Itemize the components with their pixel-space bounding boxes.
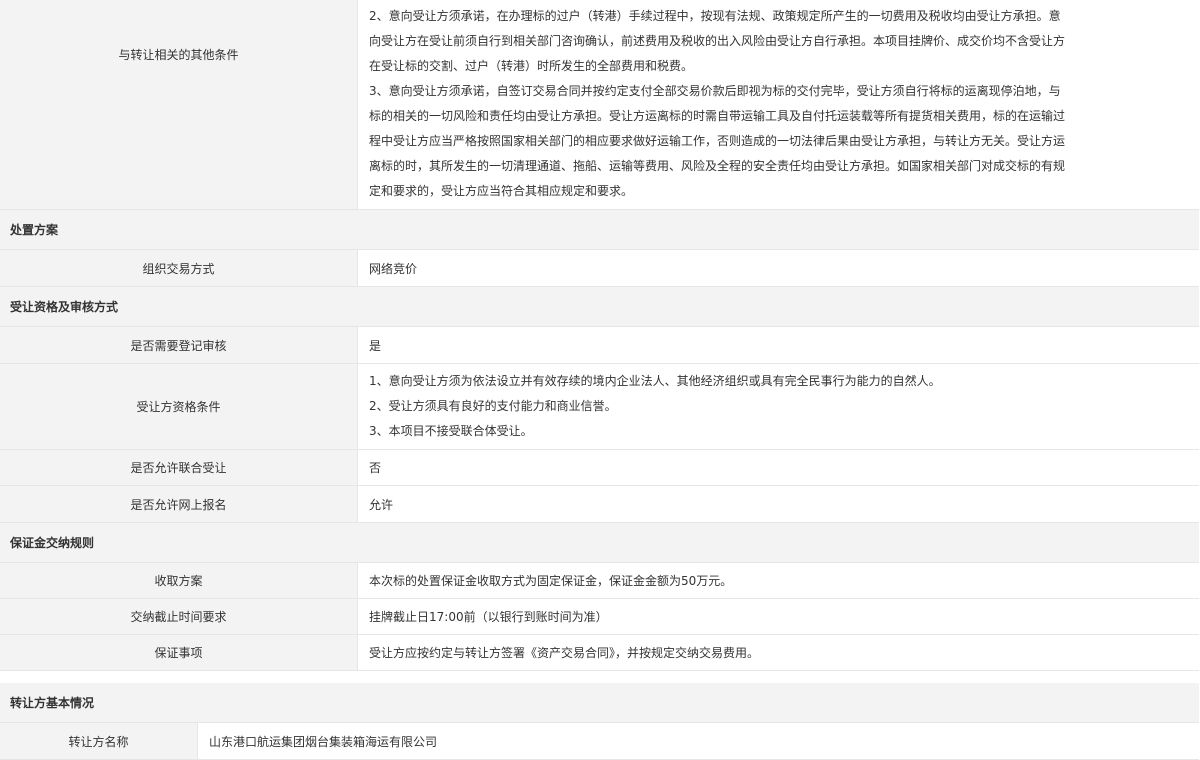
transferor-name-value: 山东港口航运集团烟台集装箱海运有限公司: [199, 723, 1199, 759]
other-conditions-value: 2、意向受让方须承诺，在办理标的过户（转港）手续过程中，按现有法规、政策规定所产…: [359, 0, 1199, 209]
disposal-method-row: 组织交易方式 网络竞价: [0, 250, 1199, 287]
section-disposal-title: 处置方案: [10, 223, 59, 237]
joint-transfer-value: 否: [359, 450, 1199, 485]
qualification-conditions-label-text: 受让方资格条件: [136, 400, 221, 414]
joint-transfer-label: 是否允许联合受让: [0, 450, 358, 485]
other-conditions-label: 与转让相关的其他条件: [0, 0, 358, 209]
deposit-matters-label-text: 保证事项: [154, 646, 203, 660]
deposit-deadline-value-text: 挂牌截止日17:00前（以银行到账时间为准）: [369, 610, 608, 624]
qualification-condition-line: 2、受让方须具有良好的支付能力和商业信誉。: [369, 399, 617, 413]
deposit-plan-label: 收取方案: [0, 563, 358, 598]
section-deposit-title: 保证金交纳规则: [10, 536, 95, 550]
other-conditions-line: 3、意向受让方须承诺，自签订交易合同并按约定支付全部交易价款后即视为标的交付完毕…: [369, 84, 1061, 98]
other-conditions-line: 向受让方在受让前须自行到相关部门咨询确认，前述费用及税收的出入风险由受让方自行承…: [369, 34, 1066, 48]
deposit-matters-row: 保证事项 受让方应按约定与转让方签署《资产交易合同》，并按规定交纳交易费用。: [0, 635, 1199, 671]
deposit-plan-label-text: 收取方案: [154, 574, 203, 588]
other-conditions-row: 与转让相关的其他条件 2、意向受让方须承诺，在办理标的过户（转港）手续过程中，按…: [0, 0, 1199, 210]
deposit-deadline-row: 交纳截止时间要求 挂牌截止日17:00前（以银行到账时间为准）: [0, 599, 1199, 635]
transferor-name-label-text: 转让方名称: [68, 734, 129, 749]
deposit-deadline-label-text: 交纳截止时间要求: [130, 610, 227, 624]
deposit-matters-value: 受让方应按约定与转让方签署《资产交易合同》，并按规定交纳交易费用。: [359, 635, 1199, 670]
online-signup-label: 是否允许网上报名: [0, 486, 358, 522]
deposit-plan-value-text: 本次标的处置保证金收取方式为固定保证金，保证金金额为50万元。: [369, 574, 733, 588]
register-review-label: 是否需要登记审核: [0, 327, 358, 363]
online-signup-value: 允许: [359, 486, 1199, 522]
deposit-deadline-value: 挂牌截止日17:00前（以银行到账时间为准）: [359, 599, 1199, 634]
deposit-matters-label: 保证事项: [0, 635, 358, 670]
section-qualification-title: 受让资格及审核方式: [10, 300, 119, 314]
section-deposit: 保证金交纳规则: [0, 523, 1199, 563]
joint-transfer-label-text: 是否允许联合受让: [130, 461, 227, 475]
other-conditions-line: 标的相关的一切风险和责任均由受让方承担。受让方运离标的时需自带运输工具及自付托运…: [369, 109, 1066, 123]
register-review-label-text: 是否需要登记审核: [130, 338, 227, 353]
other-conditions-line: 在受让标的交割、过户（转港）时所发生的全部费用和税费。: [369, 59, 694, 73]
online-signup-value-text: 允许: [369, 497, 394, 512]
disposal-method-label: 组织交易方式: [0, 250, 358, 286]
section-spacer: [0, 671, 1199, 683]
register-review-row: 是否需要登记审核 是: [0, 327, 1199, 364]
transferor-name-label: 转让方名称: [0, 723, 198, 759]
qualification-conditions-value: 1、意向受让方须为依法设立并有效存续的境内企业法人、其他经济组织或具有完全民事行…: [359, 364, 1199, 449]
qualification-condition-line: 1、意向受让方须为依法设立并有效存续的境内企业法人、其他经济组织或具有完全民事行…: [369, 374, 941, 388]
section-disposal: 处置方案: [0, 210, 1199, 250]
register-review-value: 是: [359, 327, 1199, 363]
deposit-deadline-label: 交纳截止时间要求: [0, 599, 358, 634]
section-qualification: 受让资格及审核方式: [0, 287, 1199, 327]
other-conditions-line: 2、意向受让方须承诺，在办理标的过户（转港）手续过程中，按现有法规、政策规定所产…: [369, 9, 1061, 23]
disposal-method-value: 网络竞价: [359, 250, 1199, 286]
disposal-method-label-text: 组织交易方式: [142, 261, 215, 276]
deposit-plan-row: 收取方案 本次标的处置保证金收取方式为固定保证金，保证金金额为50万元。: [0, 563, 1199, 599]
online-signup-row: 是否允许网上报名 允许: [0, 486, 1199, 523]
other-conditions-line: 定和要求的，受让方应当符合其相应规定和要求。: [369, 184, 634, 198]
joint-transfer-row: 是否允许联合受让 否: [0, 450, 1199, 486]
online-signup-label-text: 是否允许网上报名: [130, 497, 227, 512]
other-conditions-label-text: 与转让相关的其他条件: [118, 48, 239, 62]
transferor-name-row: 转让方名称 山东港口航运集团烟台集装箱海运有限公司: [0, 723, 1199, 760]
qualification-conditions-label: 受让方资格条件: [0, 364, 358, 449]
qualification-conditions-row: 受让方资格条件 1、意向受让方须为依法设立并有效存续的境内企业法人、其他经济组织…: [0, 364, 1199, 450]
section-transferor-title: 转让方基本情况: [10, 696, 95, 710]
section-transferor: 转让方基本情况: [0, 683, 1199, 723]
register-review-value-text: 是: [369, 338, 382, 353]
transferor-name-value-text: 山东港口航运集团烟台集装箱海运有限公司: [209, 734, 438, 749]
disposal-method-value-text: 网络竞价: [369, 261, 418, 276]
other-conditions-line: 程中受让方应当严格按照国家相关部门的相应要求做好运输工作，否则造成的一切法律后果…: [369, 134, 1066, 148]
deposit-matters-value-text: 受让方应按约定与转让方签署《资产交易合同》，并按规定交纳交易费用。: [369, 646, 760, 660]
other-conditions-line: 离标的时，其所发生的一切清理通道、拖船、运输等费用、风险及全程的安全责任均由受让…: [369, 159, 1066, 173]
deposit-plan-value: 本次标的处置保证金收取方式为固定保证金，保证金金额为50万元。: [359, 563, 1199, 598]
joint-transfer-value-text: 否: [369, 461, 382, 475]
qualification-condition-line: 3、本项目不接受联合体受让。: [369, 424, 533, 438]
